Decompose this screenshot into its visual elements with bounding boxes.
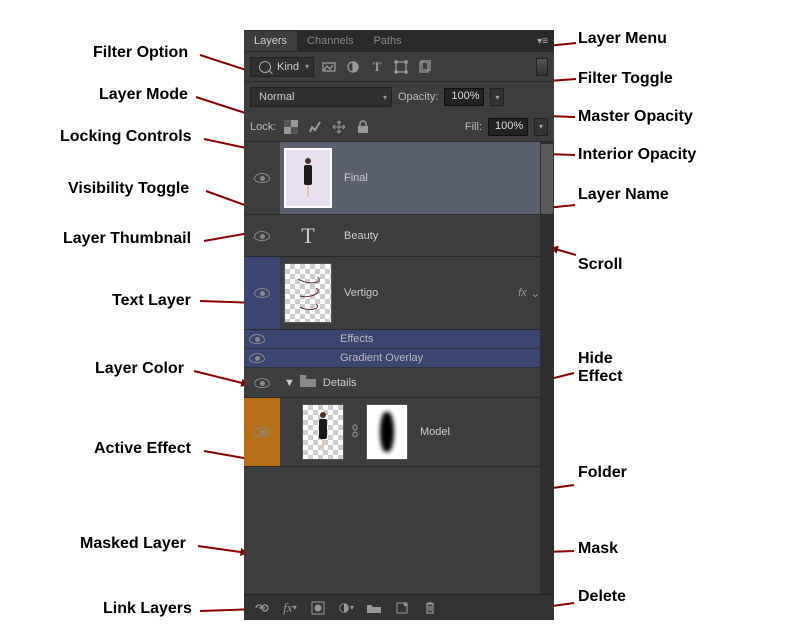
- layer-name-label[interactable]: Final: [336, 172, 554, 184]
- filter-row: Kind ▾ T: [244, 52, 554, 82]
- annotation-masked-layer: Masked Layer: [80, 535, 186, 553]
- filter-toggle[interactable]: [536, 58, 548, 76]
- visibility-toggle-icon[interactable]: [254, 288, 270, 298]
- layer-thumbnail[interactable]: [284, 263, 332, 323]
- opacity-label: Opacity:: [398, 91, 438, 103]
- visibility-toggle-icon[interactable]: [254, 173, 270, 183]
- annotation-layer-thumbnail: Layer Thumbnail: [63, 230, 191, 248]
- add-mask-icon[interactable]: [310, 600, 326, 616]
- layer-effects-row[interactable]: Effects: [244, 330, 554, 349]
- filter-smartobject-icon[interactable]: [416, 58, 434, 76]
- filter-adjustment-icon[interactable]: [344, 58, 362, 76]
- visibility-toggle-icon[interactable]: [254, 378, 270, 388]
- annotation-layer-color: Layer Color: [95, 360, 184, 378]
- annotation-scroll: Scroll: [578, 256, 622, 274]
- layer-thumbnail[interactable]: [302, 404, 344, 460]
- add-layer-style-icon[interactable]: fx▾: [282, 600, 298, 616]
- annotation-text-layer: Text Layer: [112, 292, 191, 310]
- annotation-link-layers: Link Layers: [103, 600, 192, 618]
- chevron-down-icon: ▾: [383, 93, 387, 102]
- new-group-icon[interactable]: [366, 600, 382, 616]
- layer-thumbnail[interactable]: [284, 148, 332, 208]
- layer-beauty[interactable]: T Beauty: [244, 215, 554, 257]
- add-adjustment-icon[interactable]: ▾: [338, 600, 354, 616]
- opacity-value[interactable]: 100%: [444, 88, 484, 106]
- blend-mode-label: Normal: [259, 91, 294, 103]
- filter-type-icon[interactable]: T: [368, 58, 386, 76]
- layer-vertigo[interactable]: Vertigo fx⌄: [244, 257, 554, 330]
- effects-label: Effects: [340, 333, 373, 345]
- filter-kind-label: Kind: [277, 61, 299, 73]
- annotation-mask: Mask: [578, 540, 618, 558]
- layer-final[interactable]: Final: [244, 142, 554, 215]
- panel-menu-icon[interactable]: ▾≡: [531, 36, 554, 47]
- layer-name-label[interactable]: Beauty: [336, 230, 554, 242]
- link-mask-icon[interactable]: [348, 424, 362, 441]
- tab-paths[interactable]: Paths: [364, 31, 412, 51]
- lock-transparent-icon[interactable]: [282, 118, 300, 136]
- layer-name-label[interactable]: Vertigo: [336, 287, 518, 299]
- new-layer-icon[interactable]: [394, 600, 410, 616]
- filter-shape-icon[interactable]: [392, 58, 410, 76]
- lock-position-icon[interactable]: [330, 118, 348, 136]
- search-icon: [259, 61, 271, 73]
- annotation-filter-option: Filter Option: [93, 44, 188, 62]
- annotation-hide-effect: Hide Effect: [578, 350, 622, 385]
- visibility-toggle-icon[interactable]: [254, 427, 270, 437]
- layer-name-label[interactable]: Model: [412, 426, 554, 438]
- annotation-layer-mode: Layer Mode: [99, 86, 188, 104]
- annotation-delete: Delete: [578, 588, 626, 606]
- annotation-visibility-toggle: Visibility Toggle: [68, 180, 189, 198]
- fill-value[interactable]: 100%: [488, 118, 528, 136]
- chevron-down-icon: ⌄: [531, 287, 540, 300]
- annotation-layer-menu: Layer Menu: [578, 30, 667, 48]
- annotation-filter-toggle: Filter Toggle: [578, 70, 673, 88]
- fill-label: Fill:: [465, 121, 482, 133]
- effect-name-label: Gradient Overlay: [340, 352, 423, 364]
- layers-bottom-bar: fx▾ ▾: [244, 594, 554, 620]
- layer-group-details[interactable]: ▼ Details: [244, 368, 554, 398]
- annotation-active-effect: Active Effect: [94, 440, 191, 458]
- annotation-folder: Folder: [578, 464, 627, 482]
- annotation-layer-name: Layer Name: [578, 186, 669, 204]
- layers-panel: Layers Channels Paths ▾≡ Kind ▾ T Normal…: [244, 30, 554, 620]
- tab-layers[interactable]: Layers: [244, 31, 297, 51]
- layer-name-label[interactable]: Details: [317, 377, 554, 389]
- panel-tabs: Layers Channels Paths ▾≡: [244, 30, 554, 52]
- annotation-master-opacity: Master Opacity: [578, 108, 693, 126]
- mode-row: Normal ▾ Opacity: 100% ▾: [244, 82, 554, 112]
- fill-caret-icon[interactable]: ▾: [534, 118, 548, 136]
- filter-kind-dropdown[interactable]: Kind ▾: [250, 57, 314, 77]
- lock-label: Lock:: [250, 121, 276, 133]
- opacity-caret-icon[interactable]: ▾: [490, 88, 504, 106]
- lock-pixels-icon[interactable]: [306, 118, 324, 136]
- filter-pixel-icon[interactable]: [320, 58, 338, 76]
- layer-effect-gradient-overlay[interactable]: Gradient Overlay: [244, 349, 554, 368]
- visibility-toggle-icon[interactable]: [254, 231, 270, 241]
- type-layer-icon: T: [284, 223, 332, 249]
- chevron-down-icon: ▾: [305, 62, 309, 71]
- lock-all-icon[interactable]: [354, 118, 372, 136]
- disclosure-triangle-icon[interactable]: ▼: [280, 377, 299, 389]
- visibility-toggle-icon[interactable]: [249, 353, 265, 363]
- annotation-interior-opacity: Interior Opacity: [578, 146, 696, 164]
- folder-icon: [299, 374, 317, 391]
- layer-model[interactable]: Model: [244, 398, 554, 467]
- visibility-toggle-icon[interactable]: [249, 334, 265, 344]
- scroll-thumb[interactable]: [541, 144, 553, 214]
- delete-layer-icon[interactable]: [422, 600, 438, 616]
- annotation-locking-controls: Locking Controls: [60, 128, 192, 146]
- tab-channels[interactable]: Channels: [297, 31, 363, 51]
- layer-mask-thumbnail[interactable]: [366, 404, 408, 460]
- scrollbar[interactable]: [540, 142, 554, 594]
- layers-list: Final T Beauty Vertigo fx⌄ Effects: [244, 142, 554, 594]
- link-layers-icon[interactable]: [254, 600, 270, 616]
- lock-row: Lock: Fill: 100% ▾: [244, 112, 554, 142]
- blend-mode-dropdown[interactable]: Normal ▾: [250, 87, 392, 107]
